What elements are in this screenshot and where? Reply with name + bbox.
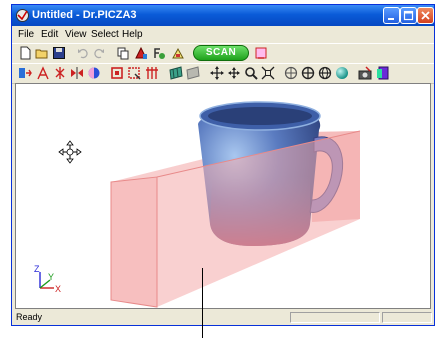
trim-icon[interactable]	[36, 66, 50, 80]
pan-icon[interactable]	[227, 66, 241, 80]
camera-icon[interactable]	[358, 66, 372, 80]
stop-icon[interactable]	[254, 46, 268, 60]
z-axis-label: Z	[34, 264, 40, 274]
menu-select[interactable]: Select	[91, 29, 119, 40]
sphere-icon[interactable]	[335, 66, 349, 80]
rotate-z-icon[interactable]	[318, 66, 332, 80]
3d-viewport[interactable]: Z Y X	[15, 83, 431, 309]
menu-file[interactable]: File	[18, 29, 34, 40]
box-select-icon[interactable]	[110, 66, 124, 80]
open-icon[interactable]	[35, 46, 49, 60]
menu-view[interactable]: View	[65, 29, 87, 40]
rotate-y-icon[interactable]	[301, 66, 315, 80]
import-icon[interactable]	[171, 46, 185, 60]
close-button[interactable]	[417, 7, 434, 24]
view-toolbar	[12, 63, 434, 84]
app-icon	[15, 8, 30, 23]
undo-icon[interactable]	[76, 46, 90, 60]
zoom-fit-icon[interactable]	[261, 66, 275, 80]
maximize-button[interactable]	[400, 7, 417, 24]
status-pane	[290, 312, 380, 323]
flip-icon[interactable]	[70, 66, 84, 80]
status-bar: Ready	[12, 311, 434, 325]
main-toolbar: SCAN	[12, 43, 434, 64]
select-icon[interactable]	[18, 66, 32, 80]
wire-icon[interactable]	[186, 66, 200, 80]
minimize-button[interactable]	[383, 7, 400, 24]
status-pane-2	[382, 312, 432, 323]
axes-gizmo: Z Y X	[34, 264, 61, 294]
scene-canvas: Z Y X	[34, 101, 361, 308]
paste-icon[interactable]	[134, 46, 148, 60]
y-axis-label: Y	[48, 272, 54, 282]
fit-icon[interactable]	[145, 66, 159, 80]
smooth-icon[interactable]	[87, 66, 101, 80]
move-cursor-icon	[58, 140, 82, 164]
mirror-icon[interactable]	[53, 66, 67, 80]
surface-icon[interactable]	[169, 66, 183, 80]
zoom-area-icon[interactable]	[127, 66, 141, 80]
callout-line	[202, 268, 203, 338]
title-bar[interactable]: Untitled - Dr.PICZA3	[12, 5, 434, 26]
menu-edit[interactable]: Edit	[41, 29, 58, 40]
app-window: Untitled - Dr.PICZA3 File Edit View Sele…	[11, 4, 435, 326]
redo-icon[interactable]	[92, 46, 106, 60]
color-icon[interactable]	[376, 66, 390, 80]
rotate-x-icon[interactable]	[284, 66, 298, 80]
window-title: Untitled - Dr.PICZA3	[32, 9, 137, 21]
settings-icon[interactable]	[152, 46, 166, 60]
menu-bar: File Edit View Select Help	[12, 26, 434, 43]
save-icon[interactable]	[52, 46, 66, 60]
x-axis-label: X	[55, 284, 61, 294]
zoom-icon[interactable]	[244, 66, 258, 80]
new-icon[interactable]	[18, 46, 32, 60]
status-text: Ready	[16, 312, 43, 322]
menu-help[interactable]: Help	[122, 29, 143, 40]
copy-icon[interactable]	[116, 46, 130, 60]
move-icon[interactable]	[210, 66, 224, 80]
scan-button[interactable]: SCAN	[193, 45, 249, 61]
